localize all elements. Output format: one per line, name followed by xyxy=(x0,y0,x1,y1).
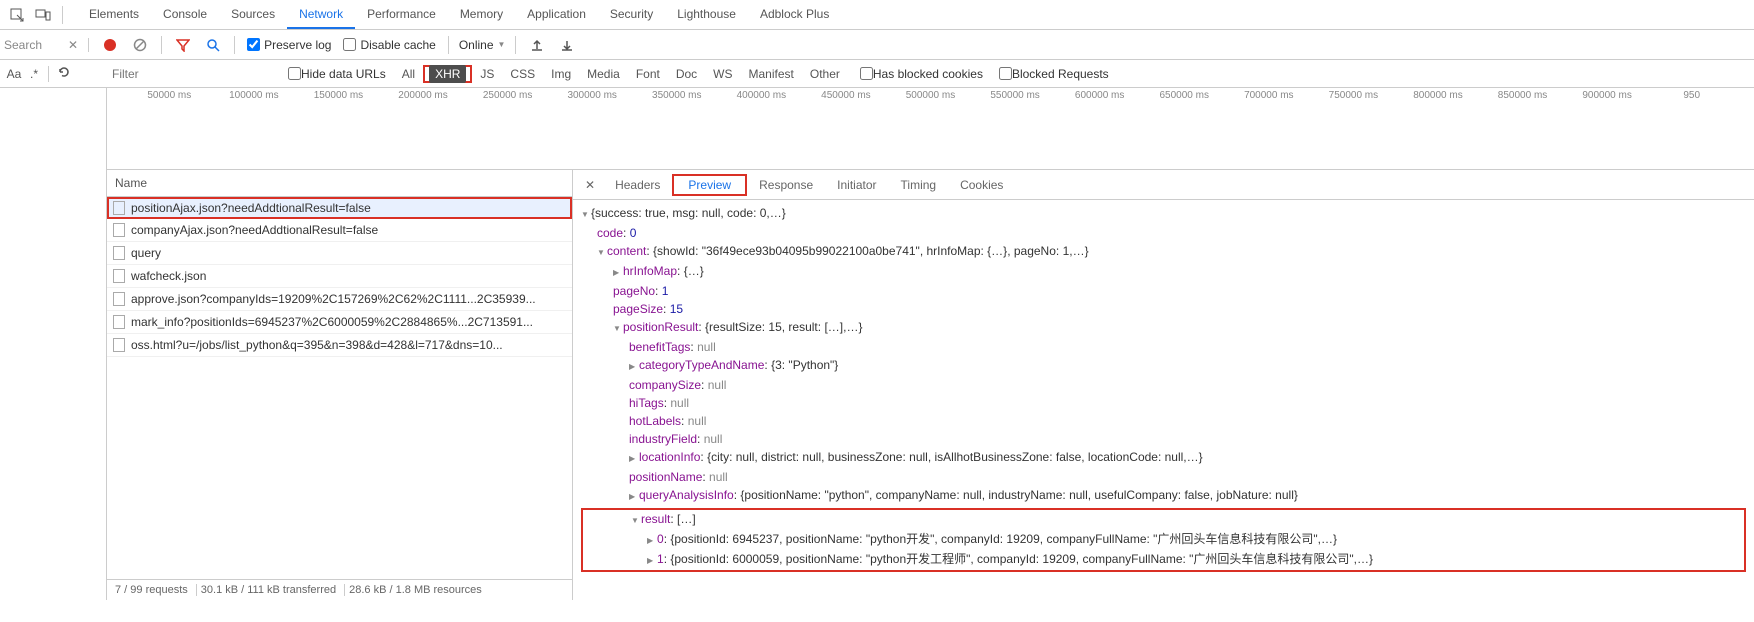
search-results-sidebar xyxy=(0,88,107,600)
file-icon xyxy=(113,315,125,329)
tick: 750000 ms xyxy=(1311,90,1396,101)
detail-tab-preview[interactable]: Preview xyxy=(676,172,743,198)
search-icon[interactable] xyxy=(202,34,224,56)
tick: 50000 ms xyxy=(127,90,212,101)
tick: 200000 ms xyxy=(381,90,466,101)
type-js[interactable]: JS xyxy=(474,65,500,83)
regex-icon[interactable]: .* xyxy=(24,67,44,81)
tick: 650000 ms xyxy=(1142,90,1227,101)
request-row[interactable]: approve.json?companyIds=19209%2C157269%2… xyxy=(107,288,572,311)
file-icon xyxy=(113,269,125,283)
tick: 600000 ms xyxy=(1057,90,1142,101)
status-transferred: 30.1 kB / 111 kB transferred xyxy=(201,584,345,596)
clear-button[interactable] xyxy=(129,34,151,56)
request-row[interactable]: query xyxy=(107,242,572,265)
tick: 700000 ms xyxy=(1227,90,1312,101)
tab-memory[interactable]: Memory xyxy=(448,1,515,29)
preview-json-tree[interactable]: {success: true, msg: null, code: 0,…} co… xyxy=(573,200,1754,600)
tick: 250000 ms xyxy=(465,90,550,101)
request-row[interactable]: wafcheck.json xyxy=(107,265,572,288)
type-other[interactable]: Other xyxy=(804,65,846,83)
file-icon xyxy=(113,292,125,306)
type-xhr[interactable]: XHR xyxy=(429,65,466,83)
type-img[interactable]: Img xyxy=(545,65,577,83)
tab-network[interactable]: Network xyxy=(287,1,355,29)
type-all[interactable]: All xyxy=(396,65,421,83)
blocked-requests-checkbox[interactable]: Blocked Requests xyxy=(999,67,1109,81)
type-css[interactable]: CSS xyxy=(504,65,541,83)
detail-tab-cookies[interactable]: Cookies xyxy=(948,172,1015,198)
throttling-select[interactable]: Online▼ xyxy=(455,38,510,52)
type-manifest[interactable]: Manifest xyxy=(743,65,800,83)
hide-data-urls-checkbox[interactable]: Hide data URLs xyxy=(288,67,386,81)
close-detail-icon[interactable]: ✕ xyxy=(577,178,603,192)
preserve-log-checkbox[interactable]: Preserve log xyxy=(247,38,331,52)
device-toggle-icon[interactable] xyxy=(30,2,56,28)
tick: 500000 ms xyxy=(888,90,973,101)
type-media[interactable]: Media xyxy=(581,65,626,83)
request-row[interactable]: mark_info?positionIds=6945237%2C6000059%… xyxy=(107,311,572,334)
timeline-overview[interactable]: 50000 ms 100000 ms 150000 ms 200000 ms 2… xyxy=(107,88,1754,170)
search-clear-icon[interactable]: ✕ xyxy=(62,38,84,52)
match-case-icon[interactable]: Aa xyxy=(4,67,24,81)
request-row[interactable]: positionAjax.json?needAddtionalResult=fa… xyxy=(107,197,572,219)
request-row[interactable]: oss.html?u=/jobs/list_python&q=395&n=398… xyxy=(107,334,572,357)
has-blocked-cookies-checkbox[interactable]: Has blocked cookies xyxy=(860,67,983,81)
panel-tabs: Elements Console Sources Network Perform… xyxy=(77,1,841,29)
file-icon xyxy=(113,338,125,352)
inspect-icon[interactable] xyxy=(4,2,30,28)
tick: 450000 ms xyxy=(804,90,889,101)
tick: 850000 ms xyxy=(1480,90,1565,101)
type-ws[interactable]: WS xyxy=(707,65,738,83)
tab-performance[interactable]: Performance xyxy=(355,1,448,29)
file-icon xyxy=(113,246,125,260)
detail-tab-timing[interactable]: Timing xyxy=(889,172,949,198)
refresh-icon[interactable] xyxy=(53,65,75,82)
request-row[interactable]: companyAjax.json?needAddtionalResult=fal… xyxy=(107,219,572,242)
record-button[interactable] xyxy=(99,34,121,56)
tick: 900000 ms xyxy=(1565,90,1650,101)
filter-toggle-icon[interactable] xyxy=(172,34,194,56)
list-header-name[interactable]: Name xyxy=(107,170,572,197)
file-icon xyxy=(113,201,125,215)
tab-security[interactable]: Security xyxy=(598,1,665,29)
detail-tab-initiator[interactable]: Initiator xyxy=(825,172,888,198)
tab-lighthouse[interactable]: Lighthouse xyxy=(665,1,748,29)
tab-elements[interactable]: Elements xyxy=(77,1,151,29)
status-requests: 7 / 99 requests xyxy=(115,584,197,596)
request-detail-pane: ✕ Headers Preview Response Initiator Tim… xyxy=(573,170,1754,600)
tab-sources[interactable]: Sources xyxy=(219,1,287,29)
tick: 350000 ms xyxy=(634,90,719,101)
upload-har-icon[interactable] xyxy=(526,34,548,56)
detail-tab-headers[interactable]: Headers xyxy=(603,172,672,198)
filter-input[interactable] xyxy=(110,65,280,83)
tick: 800000 ms xyxy=(1396,90,1481,101)
tick: 100000 ms xyxy=(212,90,297,101)
tab-console[interactable]: Console xyxy=(151,1,219,29)
type-font[interactable]: Font xyxy=(630,65,666,83)
tick: 950 xyxy=(1649,90,1734,101)
disable-cache-checkbox[interactable]: Disable cache xyxy=(343,38,435,52)
devtools-topbar: Elements Console Sources Network Perform… xyxy=(0,0,1754,30)
download-har-icon[interactable] xyxy=(556,34,578,56)
status-bar: 7 / 99 requests 30.1 kB / 111 kB transfe… xyxy=(107,579,572,600)
tab-application[interactable]: Application xyxy=(515,1,598,29)
network-filterbar: Aa .* Hide data URLs All XHR JS CSS Img … xyxy=(0,60,1754,88)
tick: 400000 ms xyxy=(719,90,804,101)
file-icon xyxy=(113,223,125,237)
network-toolbar: Search ✕ Preserve log Disable cache Onli… xyxy=(0,30,1754,60)
tab-adblock[interactable]: Adblock Plus xyxy=(748,1,841,29)
requests-list-pane: Name positionAjax.json?needAddtionalResu… xyxy=(107,170,573,600)
tick: 150000 ms xyxy=(296,90,381,101)
type-doc[interactable]: Doc xyxy=(670,65,703,83)
search-label: Search xyxy=(4,38,42,52)
tick: 550000 ms xyxy=(973,90,1058,101)
status-resources: 28.6 kB / 1.8 MB resources xyxy=(349,584,482,596)
tick: 300000 ms xyxy=(550,90,635,101)
detail-tab-response[interactable]: Response xyxy=(747,172,825,198)
